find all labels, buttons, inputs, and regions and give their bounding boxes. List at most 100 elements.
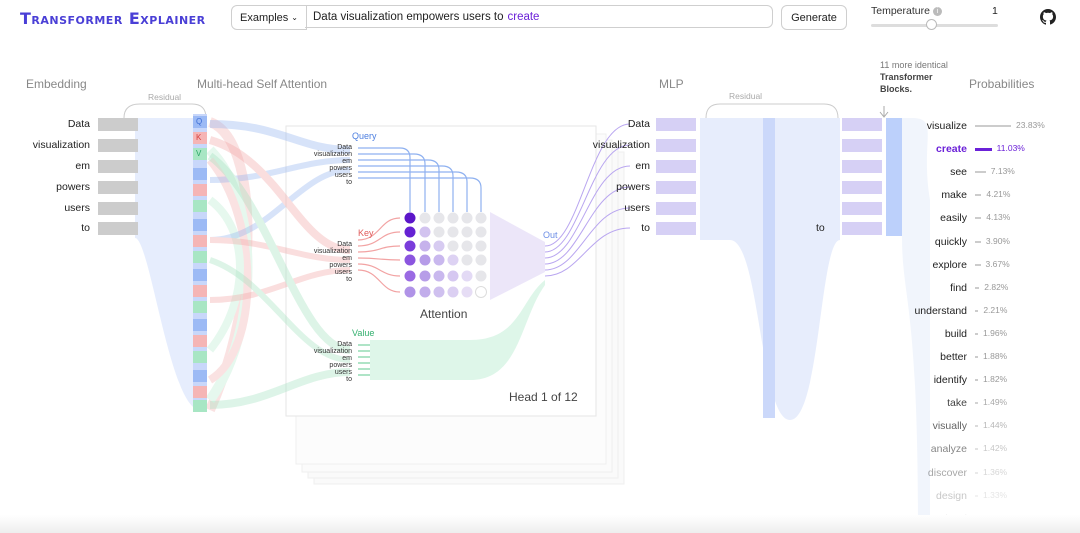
value-token: to: [346, 376, 352, 383]
probability-value: 1.82%: [983, 374, 1008, 385]
probability-row[interactable]: easily 4.13%: [900, 212, 1070, 224]
probability-word: create: [936, 143, 967, 156]
key-token: em: [342, 255, 352, 262]
probability-row[interactable]: visually 1.44%: [900, 420, 1070, 432]
key-token-list: Data visualization em powers users to: [292, 241, 352, 283]
probability-bar: [975, 471, 978, 474]
value-token: Data: [337, 341, 352, 348]
probability-row[interactable]: take 1.49%: [900, 397, 1070, 409]
probability-bar: [975, 448, 978, 451]
value-token: visualization: [313, 348, 352, 355]
probability-bar: [975, 286, 980, 289]
probability-row[interactable]: visualize 23.83%: [900, 120, 1070, 132]
probability-word: quickly: [934, 235, 967, 248]
probability-row[interactable]: design 1.33%: [900, 490, 1070, 502]
probability-value: 2.21%: [983, 304, 1008, 315]
mlp-token-3: em: [635, 160, 650, 172]
probability-bar: [975, 194, 982, 197]
probability-value: 1.36%: [983, 466, 1008, 477]
attention-label: Attention: [420, 307, 468, 321]
probability-value: 4.13%: [986, 212, 1011, 223]
probability-word: understand: [914, 304, 967, 317]
probability-row[interactable]: build 1.96%: [900, 328, 1070, 340]
mlp-token-6: to: [641, 222, 650, 234]
probability-value: 4.21%: [986, 189, 1011, 200]
probability-bar: [975, 379, 978, 382]
probability-row[interactable]: better 1.88%: [900, 351, 1070, 363]
probability-value: 1.42%: [983, 443, 1008, 454]
probability-value: 1.49%: [983, 397, 1008, 408]
probability-bar: [975, 217, 982, 220]
embedding-vectors: [98, 118, 138, 235]
probability-row[interactable]: find 2.82%: [900, 282, 1070, 294]
probability-row[interactable]: analyze 1.42%: [900, 443, 1070, 455]
probability-value: 11.03%: [996, 143, 1025, 154]
value-token: users: [334, 369, 352, 376]
value-token: powers: [329, 362, 352, 369]
probability-bar: [975, 240, 981, 243]
probability-value: 3.90%: [985, 235, 1010, 246]
v-label: V: [196, 149, 202, 158]
query-token-list: Data visualization em powers users to: [292, 144, 352, 186]
probability-word: identify: [933, 374, 967, 387]
head-indicator: Head 1 of 12: [509, 390, 578, 404]
token-label-1: Data: [67, 118, 90, 130]
key-token: visualization: [313, 248, 352, 255]
final-token-label: to: [816, 222, 825, 234]
query-token: Data: [337, 144, 352, 151]
probability-bar: [975, 356, 978, 358]
probability-row[interactable]: identify 1.82%: [900, 374, 1070, 386]
probability-bar: [975, 309, 979, 312]
probability-word: visualize: [926, 120, 967, 132]
q-label: Q: [196, 117, 203, 126]
probability-value: 7.13%: [990, 166, 1015, 177]
probability-word: take: [947, 397, 967, 410]
probability-row[interactable]: quickly 3.90%: [900, 236, 1070, 248]
probability-bar: [975, 148, 992, 152]
key-token: Data: [337, 241, 352, 248]
probability-bar: [975, 125, 1011, 127]
probability-value: 1.44%: [983, 420, 1008, 431]
token-label-3: em: [75, 160, 90, 172]
probability-value: 3.67%: [985, 258, 1010, 269]
token-label-4: powers: [56, 181, 90, 193]
probability-word: visually: [932, 420, 967, 433]
probability-word: better: [940, 351, 967, 363]
query-token: to: [346, 179, 352, 186]
probability-word: explore: [932, 258, 967, 271]
probability-bar: [975, 425, 978, 428]
probability-word: design: [936, 489, 967, 502]
token-label-5: users: [64, 202, 90, 214]
mlp-token-4: powers: [616, 181, 650, 193]
probability-word: find: [950, 281, 967, 294]
mlp-block: [656, 118, 902, 420]
mlp-token-1: Data: [627, 118, 650, 130]
probability-value: 23.83%: [1016, 120, 1045, 130]
probability-word: build: [944, 327, 967, 340]
probability-bar: [975, 402, 978, 405]
probability-row[interactable]: create 11.03%: [900, 143, 1070, 155]
out-label: Out: [543, 230, 558, 240]
probability-value: 1.96%: [983, 327, 1008, 338]
bottom-shadow: [0, 515, 1080, 533]
probability-value: 1.33%: [983, 489, 1008, 500]
query-token: users: [334, 172, 352, 179]
probability-word: analyze: [930, 443, 967, 456]
query-token: visualization: [313, 151, 352, 158]
probability-bar: [975, 171, 986, 174]
embedding-flows: [135, 117, 253, 413]
probability-row[interactable]: see 7.13%: [900, 166, 1070, 178]
probability-word: easily: [940, 212, 967, 225]
mlp-token-5: users: [624, 202, 650, 214]
query-label: Query: [352, 131, 377, 141]
probability-row[interactable]: make 4.21%: [900, 189, 1070, 201]
probability-word: discover: [927, 466, 967, 479]
probability-word: make: [941, 189, 967, 202]
probability-row[interactable]: discover 1.36%: [900, 467, 1070, 479]
probability-row[interactable]: understand 2.21%: [900, 305, 1070, 317]
probability-row[interactable]: explore 3.67%: [900, 259, 1070, 271]
probability-value: 1.88%: [983, 351, 1008, 361]
key-token: powers: [329, 262, 352, 269]
value-token: em: [342, 355, 352, 362]
probability-bar: [975, 332, 978, 335]
